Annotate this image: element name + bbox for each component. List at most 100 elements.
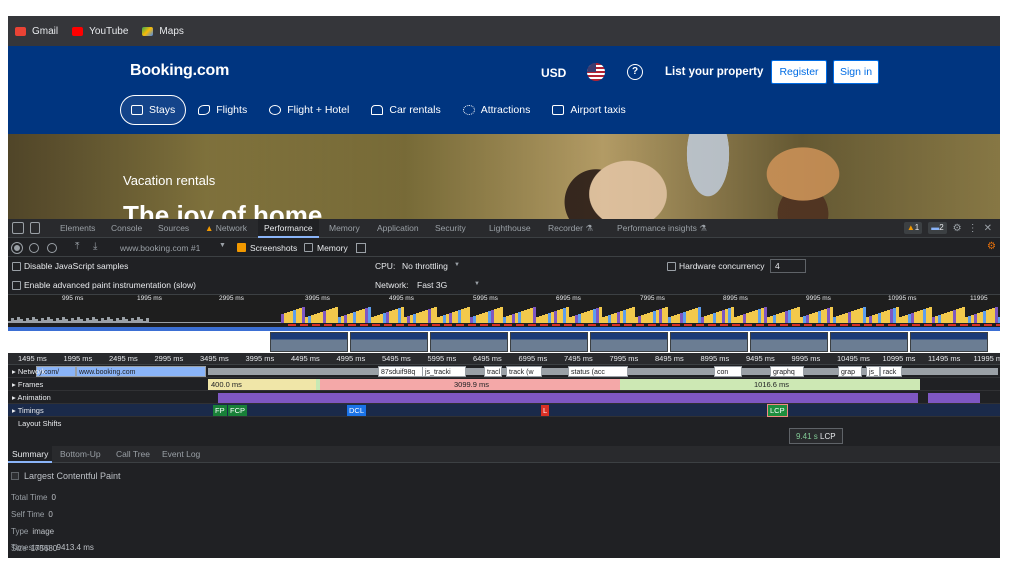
- cpu-activity-bar: [449, 313, 452, 323]
- device-toolbar-icon[interactable]: [30, 222, 40, 234]
- cpu-activity-bar: [497, 308, 500, 323]
- timeline-tick-label: 7495 ms: [564, 354, 593, 363]
- timeline-overview[interactable]: 995 ms 1995 ms 2995 ms 3995 ms 4995 ms 5995 m…: [8, 295, 1000, 353]
- bookmark-maps[interactable]: Maps: [142, 26, 184, 37]
- timeline-flamechart[interactable]: 1495 ms 1995 ms 2495 ms 2995 ms 3495 ms 3995 …: [8, 353, 1000, 446]
- network-activity-bar: [528, 324, 536, 326]
- tab-console[interactable]: Console: [111, 219, 142, 238]
- cpu-throttling-select[interactable]: No throttling: [402, 261, 448, 271]
- network-request-bar[interactable]: js_tracki: [422, 366, 466, 377]
- network-request-bar[interactable]: graphq: [770, 366, 804, 377]
- help-icon[interactable]: ?: [627, 64, 643, 80]
- frame-bar[interactable]: 1016.6 ms: [620, 379, 920, 390]
- lcp-tooltip-time: 9.41 s: [796, 432, 818, 441]
- hardware-concurrency-checkbox[interactable]: [667, 262, 676, 271]
- currency-selector[interactable]: USD: [541, 66, 566, 80]
- screenshots-checkbox[interactable]: [237, 243, 246, 252]
- booking-logo[interactable]: Booking.com: [130, 62, 229, 80]
- tab-performance[interactable]: Performance: [258, 219, 319, 238]
- network-request-bar[interactable]: js_: [866, 366, 880, 377]
- frames-track[interactable]: ▸ Frames 400.0 ms 3099.9 ms 1016.6 ms: [8, 378, 1000, 391]
- message-count-badge[interactable]: ▬2: [928, 222, 947, 234]
- tab-performance-insights[interactable]: Performance insights ⚗: [617, 219, 707, 238]
- frame-bar[interactable]: 3099.9 ms: [320, 379, 620, 390]
- clear-icon[interactable]: [47, 243, 57, 253]
- bookmark-youtube[interactable]: YouTube: [72, 26, 128, 37]
- cpu-activity-bar: [878, 313, 881, 323]
- layout-shifts-track[interactable]: Layout Shifts: [8, 417, 1000, 430]
- register-button[interactable]: Register: [771, 60, 827, 84]
- maps-icon: [142, 26, 154, 36]
- tab-event-log[interactable]: Event Log: [158, 446, 204, 463]
- network-request-bar[interactable]: rack: [880, 366, 902, 377]
- animation-bar[interactable]: [928, 393, 980, 403]
- tab-sources[interactable]: Sources: [158, 219, 189, 238]
- nav-stays[interactable]: Stays: [120, 95, 187, 125]
- event-color-swatch: [11, 472, 19, 480]
- dcl-marker[interactable]: DCL: [347, 405, 367, 416]
- nav-flight-hotel[interactable]: Flight + Hotel: [259, 95, 359, 125]
- network-request-bar[interactable]: grap: [838, 366, 862, 377]
- capture-settings-gear-icon[interactable]: ⚙: [987, 241, 996, 252]
- tab-lighthouse[interactable]: Lighthouse: [489, 219, 531, 238]
- load-marker[interactable]: L: [541, 405, 550, 416]
- nav-attractions[interactable]: Attractions: [453, 95, 541, 125]
- animation-bar[interactable]: [218, 393, 918, 403]
- recording-select[interactable]: www.booking.com #1: [120, 239, 200, 257]
- lcp-marker[interactable]: LCP: [767, 404, 788, 417]
- fcp-marker[interactable]: FCP: [228, 405, 247, 416]
- fp-marker[interactable]: FP: [213, 405, 227, 416]
- us-flag-icon[interactable]: [587, 63, 605, 81]
- cpu-activity-bar: [500, 307, 503, 323]
- network-track[interactable]: ▸ Network y.com/www.booking.com 87sduif98…: [8, 365, 1000, 378]
- download-icon[interactable]: ⤓: [93, 241, 97, 252]
- tab-network[interactable]: ▲ Network: [205, 219, 247, 238]
- warning-count-badge[interactable]: ▲1: [903, 222, 923, 234]
- cpu-activity-bar: [368, 307, 371, 323]
- network-activity-bar: [492, 324, 500, 326]
- nav-airport-taxis[interactable]: Airport taxis: [542, 95, 635, 125]
- cpu-activity-bar: [587, 311, 590, 323]
- tab-memory[interactable]: Memory: [329, 219, 360, 238]
- memory-checkbox[interactable]: [304, 243, 313, 252]
- nav-car-rentals[interactable]: Car rentals: [361, 95, 450, 125]
- tab-summary[interactable]: Summary: [8, 446, 53, 463]
- bookmark-gmail[interactable]: Gmail: [15, 26, 58, 37]
- network-request-bar[interactable]: www.booking.com: [76, 366, 206, 377]
- network-throttling-select[interactable]: Fast 3G: [417, 280, 447, 290]
- tab-bottom-up[interactable]: Bottom-Up: [56, 446, 105, 463]
- chevron-down-icon[interactable]: ▼: [219, 242, 226, 249]
- network-request-bar[interactable]: con: [714, 366, 742, 377]
- network-request-bar[interactable]: track (w: [506, 366, 542, 377]
- tab-security[interactable]: Security: [435, 219, 466, 238]
- cpu-activity-bar: [737, 316, 740, 323]
- cpu-activity-bar: [647, 313, 650, 323]
- sign-in-button[interactable]: Sign in: [833, 60, 879, 84]
- cpu-activity-bar: [659, 309, 662, 323]
- tab-call-tree[interactable]: Call Tree: [112, 446, 154, 463]
- record-icon[interactable]: [11, 242, 23, 254]
- list-property-link[interactable]: List your property: [665, 66, 763, 78]
- reload-record-icon[interactable]: [29, 243, 39, 253]
- network-request-bar[interactable]: status (acc: [568, 366, 628, 377]
- animation-track[interactable]: ▸ Animation: [8, 391, 1000, 404]
- upload-icon[interactable]: ⤒: [75, 241, 79, 252]
- tab-elements[interactable]: Elements: [60, 219, 95, 238]
- settings-gear-icon[interactable]: ⚙: [953, 223, 962, 234]
- collect-garbage-icon[interactable]: [356, 243, 366, 253]
- close-devtools-icon[interactable]: ✕: [984, 223, 992, 234]
- network-request-bar[interactable]: tracl: [484, 366, 502, 377]
- tab-application[interactable]: Application: [377, 219, 419, 238]
- nav-flights[interactable]: Flights: [188, 95, 257, 125]
- tab-recorder[interactable]: Recorder ⚗: [548, 219, 593, 238]
- network-activity-bar: [960, 324, 968, 326]
- advanced-paint-checkbox[interactable]: [12, 281, 21, 290]
- inspect-element-icon[interactable]: [12, 222, 24, 234]
- hardware-concurrency-input[interactable]: [770, 259, 806, 273]
- more-options-icon[interactable]: ⋮: [968, 223, 978, 234]
- disable-js-samples-checkbox[interactable]: [12, 262, 21, 271]
- frame-bar[interactable]: 400.0 ms: [208, 379, 316, 390]
- timings-track[interactable]: ▸ Timings FP FCP DCL L LCP: [8, 404, 1000, 417]
- cpu-activity-bar: [341, 316, 344, 323]
- cpu-activity-bar: [575, 315, 578, 323]
